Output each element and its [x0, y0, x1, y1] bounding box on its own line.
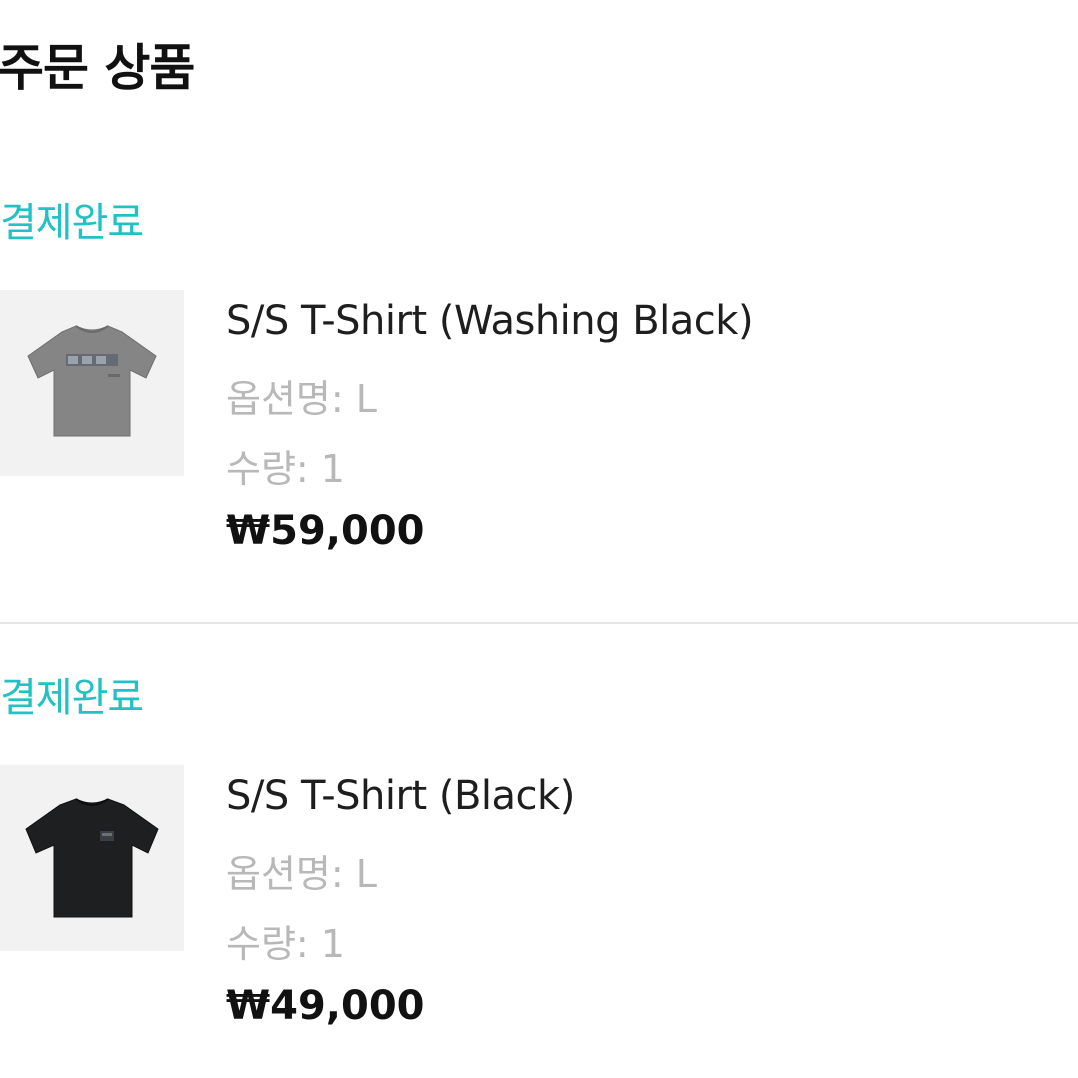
- page-title: 주문 상품: [0, 39, 195, 97]
- product-name[interactable]: S/S T-Shirt (Washing Black): [226, 298, 754, 344]
- product-thumbnail[interactable]: [0, 765, 184, 951]
- order-divider: [0, 622, 1078, 624]
- product-option: 옵션명: L: [226, 852, 377, 896]
- product-quantity: 수량: 1: [226, 922, 345, 966]
- order-status-label: 결제완료: [0, 675, 144, 721]
- gray-tshirt-image: [27, 325, 157, 437]
- order-status-label: 결제완료: [0, 200, 144, 246]
- black-tshirt-image: [25, 798, 159, 918]
- product-quantity: 수량: 1: [226, 447, 345, 491]
- product-thumbnail[interactable]: [0, 290, 184, 476]
- product-option: 옵션명: L: [226, 377, 377, 421]
- product-name[interactable]: S/S T-Shirt (Black): [226, 773, 575, 819]
- product-price: ₩49,000: [226, 983, 425, 1029]
- product-price: ₩59,000: [226, 508, 425, 554]
